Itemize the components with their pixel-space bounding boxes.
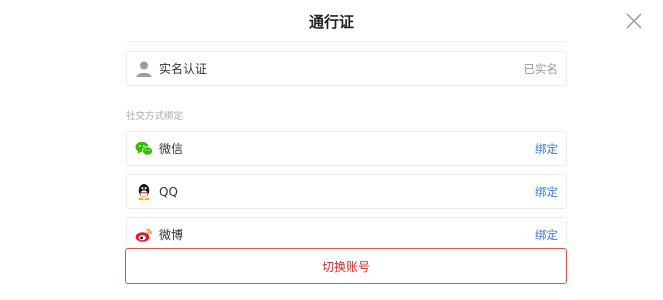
social-item-label: QQ — [159, 184, 178, 199]
social-item-wechat: 微信 绑定 — [126, 131, 567, 166]
realname-row[interactable]: 实名认证 已实名 — [126, 51, 567, 86]
bind-wechat-button[interactable]: 绑定 — [535, 141, 558, 157]
dialog-title: 通行证 — [308, 13, 354, 31]
settings-list[interactable]: 实名认证 已实名 社交方式绑定 微信 绑定 QQ 绑定 微博 绑定 — [126, 42, 567, 244]
social-item-label: 微博 — [159, 228, 184, 242]
social-item-qq: QQ 绑定 — [126, 174, 567, 209]
social-item-weibo: 微博 绑定 — [126, 217, 567, 244]
realname-status: 已实名 — [523, 61, 559, 76]
user-icon — [134, 59, 154, 79]
bind-weibo-button[interactable]: 绑定 — [535, 227, 558, 243]
weibo-icon — [134, 225, 154, 245]
realname-label: 实名认证 — [159, 62, 208, 76]
passport-dialog: 通行证 实名认证 已实名 社交方式绑定 微信 绑定 QQ 绑定 微博 绑定 切换… — [0, 0, 663, 300]
qq-icon — [134, 182, 154, 202]
switch-account-button[interactable]: 切换账号 — [125, 248, 567, 284]
social-item-label: 微信 — [159, 142, 184, 156]
social-section-label: 社交方式绑定 — [126, 111, 184, 122]
wechat-icon — [134, 139, 154, 159]
bind-qq-button[interactable]: 绑定 — [535, 184, 558, 200]
close-icon[interactable] — [624, 11, 644, 31]
